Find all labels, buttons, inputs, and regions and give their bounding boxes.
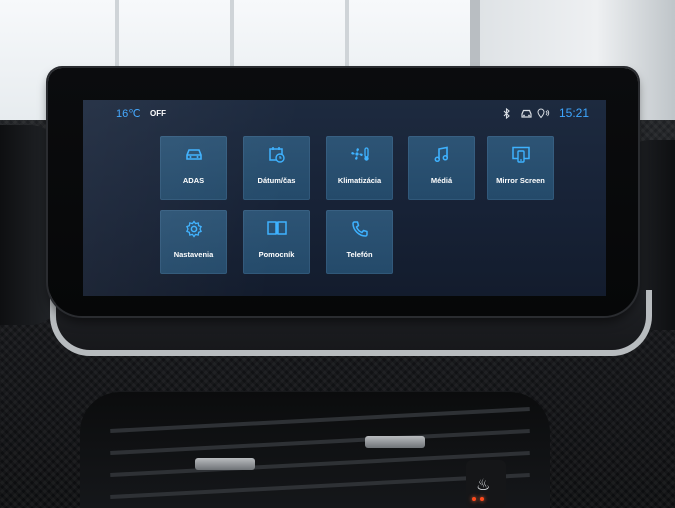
app-tile-label: Telefón	[346, 250, 373, 259]
app-tile-media[interactable]: Médiá	[408, 136, 475, 200]
car-icon	[160, 146, 227, 167]
app-tile-label: Dátum/čas	[257, 176, 296, 185]
seat-heat-led	[480, 497, 484, 501]
clock: 15:21	[559, 106, 590, 120]
status-bar: 16℃ OFF 15:21	[83, 100, 606, 126]
mirror-screen-icon	[487, 146, 554, 169]
app-tile-phone[interactable]: Telefón	[326, 210, 393, 274]
app-tile-label: Médiá	[430, 176, 453, 185]
music-note-icon	[408, 146, 475, 168]
seat-heat-led	[472, 497, 476, 501]
bluetooth-icon	[503, 107, 511, 122]
vent-knob[interactable]	[365, 436, 425, 448]
app-tile-label: Nastavenia	[173, 250, 214, 259]
app-tile-label: Klimatizácia	[337, 176, 382, 185]
calendar-clock-icon	[243, 146, 310, 169]
climate-state[interactable]: OFF	[150, 109, 166, 118]
app-tile-adas[interactable]: ADAS	[160, 136, 227, 200]
app-tile-datetime[interactable]: Dátum/čas	[243, 136, 310, 200]
app-tile-label: Mirror Screen	[496, 176, 545, 185]
phone-icon	[326, 220, 393, 243]
app-tile-settings[interactable]: Nastavenia	[160, 210, 227, 274]
infotainment-screen: 16℃ OFF 15:21 ADAS Dátum/čas Klimatizáci…	[83, 100, 606, 296]
connected-car-icon	[520, 108, 533, 122]
temperature-readout[interactable]: 16℃	[116, 107, 141, 120]
vent-knob[interactable]	[195, 458, 255, 470]
app-tile-climate[interactable]: Klimatizácia	[326, 136, 393, 200]
gps-signal-icon	[537, 108, 550, 122]
book-icon	[243, 220, 310, 241]
seat-heat-icon: ♨	[476, 477, 491, 494]
app-tile-label: ADAS	[182, 176, 205, 185]
app-tile-label: Pomocník	[258, 250, 295, 259]
gear-icon	[160, 220, 227, 243]
app-tile-help[interactable]: Pomocník	[243, 210, 310, 274]
app-tile-mirror-screen[interactable]: Mirror Screen	[487, 136, 554, 200]
fan-thermometer-icon	[326, 146, 393, 167]
